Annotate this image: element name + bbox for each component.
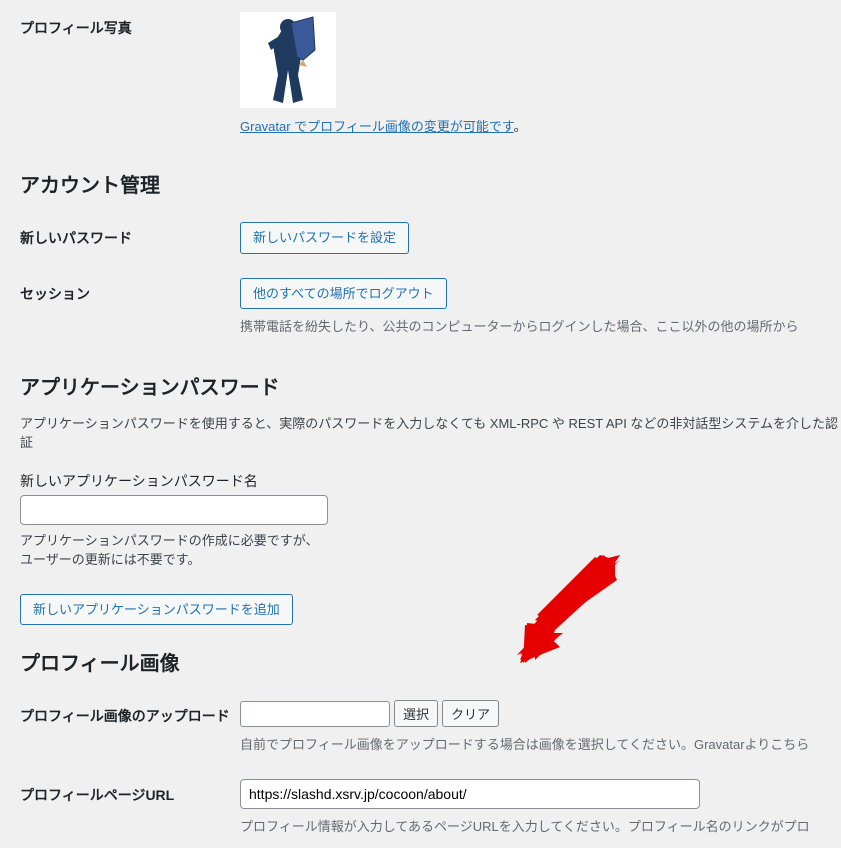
new-password-button[interactable]: 新しいパスワードを設定	[240, 222, 409, 254]
session-label: セッション	[20, 278, 240, 304]
profile-page-url-label: プロフィールページURL	[20, 779, 240, 805]
application-password-heading: アプリケーションパスワード	[0, 349, 841, 412]
profile-page-url-input[interactable]	[240, 779, 700, 809]
profile-image-upload-input[interactable]	[240, 701, 390, 727]
profile-image-heading: プロフィール画像	[0, 625, 841, 688]
add-app-password-button[interactable]: 新しいアプリケーションパスワードを追加	[20, 594, 293, 626]
logout-everywhere-button[interactable]: 他のすべての場所でログアウト	[240, 278, 447, 310]
select-button[interactable]: 選択	[394, 700, 438, 727]
app-password-desc-1: アプリケーションパスワードの作成に必要ですが、	[20, 533, 318, 548]
gravatar-suffix: 。	[514, 119, 527, 134]
profile-image-upload-description: 自前でプロフィール画像をアップロードする場合は画像を選択してください。Grava…	[240, 735, 841, 755]
avatar	[240, 12, 336, 108]
profile-image-upload-label: プロフィール画像のアップロード	[20, 700, 240, 726]
logout-description: 携帯電話を紛失したり、公共のコンピューターからログインした場合、ここ以外の他の場…	[240, 317, 841, 337]
profile-photo-label: プロフィール写真	[20, 12, 240, 38]
account-management-heading: アカウント管理	[0, 147, 841, 210]
new-password-label: 新しいパスワード	[20, 222, 240, 248]
app-password-name-label: 新しいアプリケーションパスワード名	[0, 463, 841, 495]
profile-page-url-description: プロフィール情報が入力してあるページURLを入力してください。プロフィール名のリ…	[240, 817, 841, 837]
avatar-icon	[253, 15, 323, 105]
app-password-desc-2: ユーザーの更新には不要です。	[20, 552, 200, 567]
application-password-description: アプリケーションパスワードを使用すると、実際のパスワードを入力しなくても XML…	[0, 412, 841, 463]
gravatar-link[interactable]: Gravatar でプロフィール画像の変更が可能です	[240, 119, 514, 134]
app-password-name-input[interactable]	[20, 495, 328, 525]
clear-button[interactable]: クリア	[442, 700, 499, 727]
